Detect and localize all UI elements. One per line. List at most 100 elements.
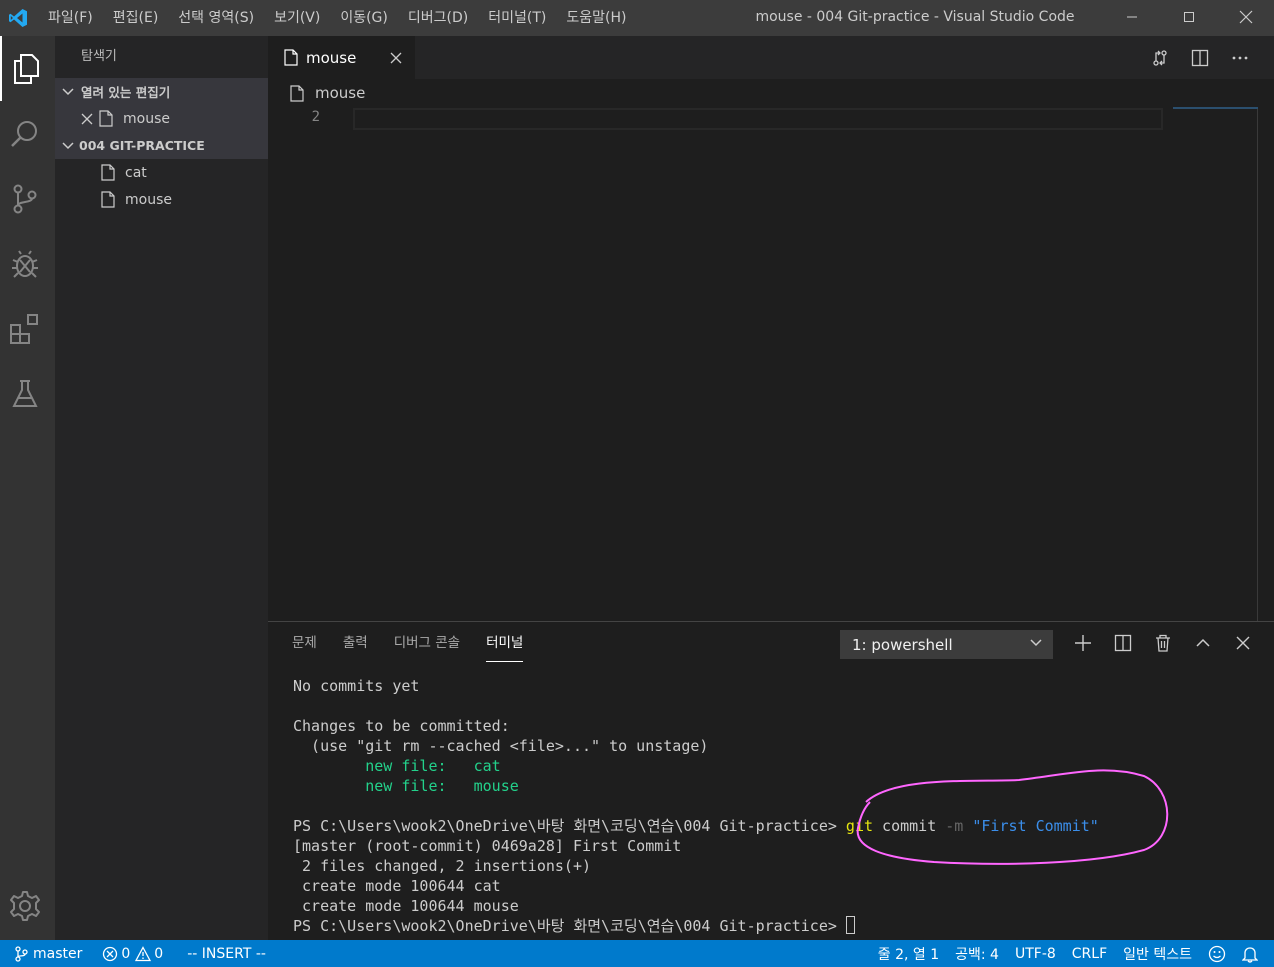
code-editor[interactable]: 2 xyxy=(268,107,1274,621)
breadcrumb-file: mouse xyxy=(315,84,366,102)
maximize-panel-icon[interactable] xyxy=(1183,628,1223,658)
split-terminal-icon[interactable] xyxy=(1103,628,1143,658)
terminal-output[interactable]: No commits yet Changes to be committed: … xyxy=(293,676,1099,936)
tab-terminal[interactable]: 터미널 xyxy=(486,632,524,662)
terminal-cursor xyxy=(845,916,855,934)
menu-terminal[interactable]: 터미널(T) xyxy=(478,0,556,36)
tab-output[interactable]: 출력 xyxy=(343,632,368,662)
vscode-logo-icon xyxy=(0,0,36,36)
chevron-down-icon xyxy=(1030,639,1042,647)
error-icon xyxy=(103,946,118,961)
editor-tabs: mouse xyxy=(268,36,1274,79)
vim-mode: -- INSERT -- xyxy=(187,945,266,962)
menu-file[interactable]: 파일(F) xyxy=(38,0,103,36)
close-icon[interactable] xyxy=(390,52,402,64)
panel-tabs: 문제 출력 디버그 콘솔 터미널 xyxy=(292,632,549,662)
window-controls xyxy=(1103,0,1274,36)
notifications-bell-icon[interactable] xyxy=(1234,940,1266,967)
trash-icon[interactable] xyxy=(1143,628,1183,658)
menu-edit[interactable]: 편집(E) xyxy=(103,0,169,36)
open-editors-header[interactable]: 열려 있는 편집기 xyxy=(55,78,268,105)
terminal-line: new file: mouse xyxy=(293,776,1099,796)
new-file-name: cat xyxy=(473,757,501,775)
window-title: mouse - 004 Git-practice - Visual Studio… xyxy=(755,9,1075,25)
menu-go[interactable]: 이동(G) xyxy=(330,0,398,36)
tab-label: mouse xyxy=(306,48,357,67)
editor-scrollbar[interactable] xyxy=(1257,107,1258,621)
explorer-sidebar: 탐색기 열려 있는 편집기 mouse 004 GIT-PRACTICE cat… xyxy=(55,36,268,940)
split-editor-icon[interactable] xyxy=(1180,49,1220,67)
menu-view[interactable]: 보기(V) xyxy=(264,0,330,36)
file-icon xyxy=(99,110,113,127)
debug-icon[interactable] xyxy=(0,231,50,296)
terminal-prompt-line: PS C:\Users\wook2\OneDrive\바탕 화면\코딩\연습\0… xyxy=(293,916,1099,936)
warning-icon xyxy=(135,945,152,961)
file-label: mouse xyxy=(125,191,172,208)
activity-bar xyxy=(0,36,55,940)
minimize-icon[interactable] xyxy=(1103,0,1160,34)
menu-selection[interactable]: 선택 영역(S) xyxy=(168,0,264,36)
terminal-line: create mode 100644 mouse xyxy=(293,897,519,915)
git-branch-icon xyxy=(15,945,28,962)
breadcrumb[interactable]: mouse xyxy=(268,79,1274,107)
more-actions-icon[interactable] xyxy=(1220,55,1260,61)
new-file-name: mouse xyxy=(473,777,519,795)
terminal-prompt: PS C:\Users\wook2\OneDrive\바탕 화면\코딩\연습\0… xyxy=(293,917,846,935)
branch-indicator[interactable]: master xyxy=(0,940,90,967)
close-icon[interactable] xyxy=(81,113,93,125)
problems-indicator[interactable]: 0 0 xyxy=(90,940,171,967)
terminal-select[interactable]: 1: powershell xyxy=(840,630,1053,659)
open-editor-item[interactable]: mouse xyxy=(55,105,268,132)
settings-gear-icon[interactable] xyxy=(0,873,50,938)
terminal-line: 2 files changed, 2 insertions(+) xyxy=(293,857,592,875)
extensions-icon[interactable] xyxy=(0,296,50,361)
tab-problems[interactable]: 문제 xyxy=(292,632,317,662)
menu-help[interactable]: 도움말(H) xyxy=(556,0,636,36)
file-label: cat xyxy=(125,164,147,181)
close-panel-icon[interactable] xyxy=(1223,628,1263,658)
status-bar-right: 줄 2, 열 1 공백: 4 UTF-8 CRLF 일반 텍스트 xyxy=(870,940,1266,967)
file-item-mouse[interactable]: mouse xyxy=(55,186,268,213)
file-icon xyxy=(290,84,304,102)
branch-name: master xyxy=(33,945,83,962)
feedback-smiley-icon[interactable] xyxy=(1200,940,1234,967)
maximize-icon[interactable] xyxy=(1160,0,1217,34)
warning-count: 0 xyxy=(154,945,164,962)
current-line-highlight xyxy=(353,108,1163,130)
close-window-icon[interactable] xyxy=(1217,0,1274,34)
editor-actions xyxy=(1140,36,1260,79)
search-icon[interactable] xyxy=(0,101,50,166)
end-of-line[interactable]: CRLF xyxy=(1064,940,1115,967)
indentation[interactable]: 공백: 4 xyxy=(947,940,1007,967)
new-file-label: new file: xyxy=(293,777,474,795)
terminal-line: [master (root-commit) 0469a28] First Com… xyxy=(293,837,682,855)
test-flask-icon[interactable] xyxy=(0,361,50,426)
file-icon xyxy=(101,191,115,208)
explorer-icon[interactable] xyxy=(0,36,50,101)
open-changes-icon[interactable] xyxy=(1140,49,1180,67)
tab-debug-console[interactable]: 디버그 콘솔 xyxy=(394,632,460,662)
file-icon xyxy=(284,49,298,66)
command-message: "First Commit" xyxy=(963,817,1099,835)
bottom-panel: 문제 출력 디버그 콘솔 터미널 1: powershell No commit… xyxy=(268,621,1274,940)
language-mode[interactable]: 일반 텍스트 xyxy=(1115,940,1200,967)
terminal-line: new file: cat xyxy=(293,756,1099,776)
terminal-line: Changes to be committed: xyxy=(293,717,510,735)
folder-header[interactable]: 004 GIT-PRACTICE xyxy=(55,132,268,159)
open-editors-label: 열려 있는 편집기 xyxy=(81,85,171,100)
sidebar-title: 탐색기 xyxy=(81,49,117,64)
terminal-line: create mode 100644 cat xyxy=(293,877,501,895)
terminal-line: No commits yet xyxy=(293,677,420,695)
encoding[interactable]: UTF-8 xyxy=(1007,940,1064,967)
tab-mouse[interactable]: mouse xyxy=(268,36,415,79)
source-control-icon[interactable] xyxy=(0,166,50,231)
new-terminal-icon[interactable] xyxy=(1063,628,1103,658)
cursor-position[interactable]: 줄 2, 열 1 xyxy=(870,940,947,967)
minimap-highlight xyxy=(1173,107,1258,109)
file-item-cat[interactable]: cat xyxy=(55,159,268,186)
terminal-select-value: 1: powershell xyxy=(852,635,953,654)
menu-debug[interactable]: 디버그(D) xyxy=(398,0,478,36)
title-bar: 파일(F) 편집(E) 선택 영역(S) 보기(V) 이동(G) 디버그(D) … xyxy=(0,0,1274,36)
